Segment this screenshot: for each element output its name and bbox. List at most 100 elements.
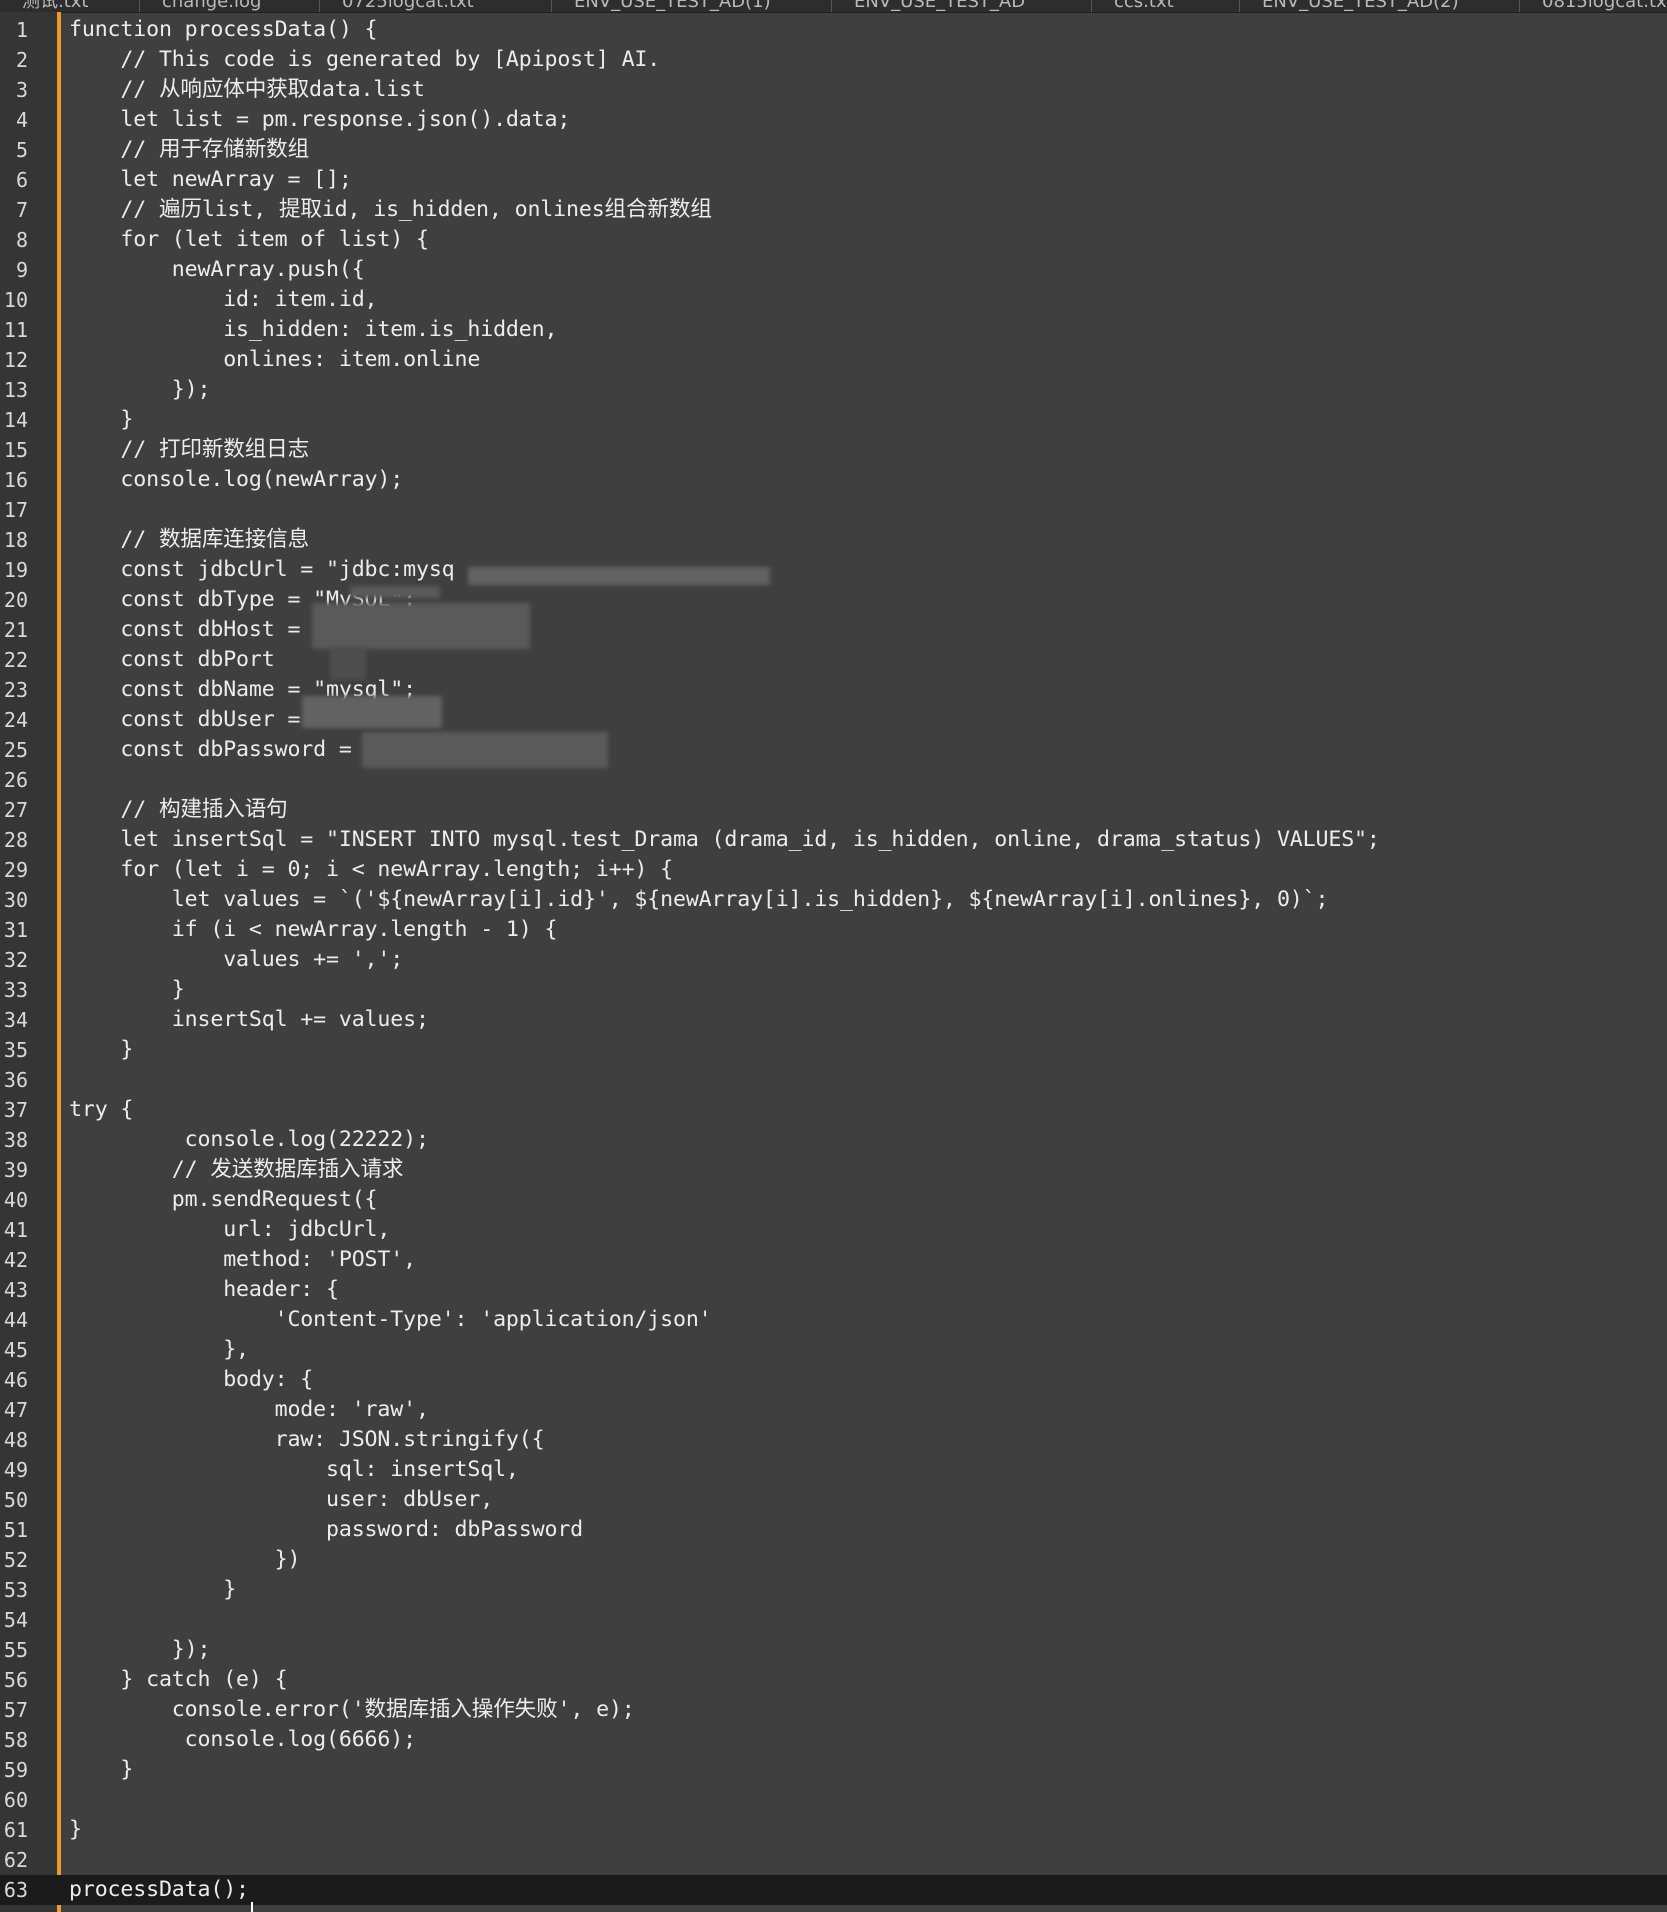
code-line[interactable]: 18 // 数据库连接信息 xyxy=(0,525,1667,555)
code-text[interactable]: method: 'POST', xyxy=(69,1245,416,1275)
code-text[interactable]: // 发送数据库插入请求 xyxy=(69,1155,404,1185)
code-line[interactable]: 58 console.log(6666); xyxy=(0,1725,1667,1755)
code-text[interactable]: function processData() { xyxy=(69,15,378,45)
code-text[interactable]: } xyxy=(69,405,133,435)
code-line[interactable]: 5 // 用于存储新数组 xyxy=(0,135,1667,165)
code-line[interactable]: 59 } xyxy=(0,1755,1667,1785)
code-text[interactable]: } xyxy=(69,1575,236,1605)
code-line[interactable]: 47 mode: 'raw', xyxy=(0,1395,1667,1425)
code-text[interactable]: }, xyxy=(69,1335,249,1365)
code-text[interactable]: console.error('数据库插入操作失败', e); xyxy=(69,1695,635,1725)
code-line[interactable]: 17 xyxy=(0,495,1667,525)
code-text[interactable]: const dbPassword = xyxy=(69,735,351,765)
code-line[interactable]: 10 id: item.id, xyxy=(0,285,1667,315)
code-text[interactable]: const dbPort xyxy=(69,645,274,675)
code-line[interactable]: 25 const dbPassword = xyxy=(0,735,1667,765)
code-text[interactable]: sql: insertSql, xyxy=(69,1455,519,1485)
code-text[interactable]: raw: JSON.stringify({ xyxy=(69,1425,545,1455)
code-text[interactable]: // This code is generated by [Apipost] A… xyxy=(69,45,660,75)
code-line[interactable]: 31 if (i < newArray.length - 1) { xyxy=(0,915,1667,945)
code-line[interactable]: 3 // 从响应体中获取data.list xyxy=(0,75,1667,105)
code-line[interactable]: 38 console.log(22222); xyxy=(0,1125,1667,1155)
code-line[interactable]: 22 const dbPort xyxy=(0,645,1667,675)
code-line[interactable]: 16 console.log(newArray); xyxy=(0,465,1667,495)
code-line[interactable]: 41 url: jdbcUrl, xyxy=(0,1215,1667,1245)
code-text[interactable]: id: item.id, xyxy=(69,285,377,315)
code-line[interactable]: 61} xyxy=(0,1815,1667,1845)
code-line[interactable]: 29 for (let i = 0; i < newArray.length; … xyxy=(0,855,1667,885)
code-line[interactable]: 30 let values = `('${newArray[i].id}', $… xyxy=(0,885,1667,915)
code-line[interactable]: 55 }); xyxy=(0,1635,1667,1665)
code-text[interactable]: // 构建插入语句 xyxy=(69,795,287,825)
code-line[interactable]: 27 // 构建插入语句 xyxy=(0,795,1667,825)
code-text[interactable]: } xyxy=(69,1755,133,1785)
code-text[interactable]: }) xyxy=(69,1545,301,1575)
code-text[interactable]: try { xyxy=(69,1095,133,1125)
code-line[interactable]: 4 let list = pm.response.json().data; xyxy=(0,105,1667,135)
code-text[interactable]: // 打印新数组日志 xyxy=(69,435,309,465)
code-text[interactable]: let newArray = []; xyxy=(69,165,351,195)
code-line[interactable]: 37 try { xyxy=(0,1095,1667,1125)
code-line[interactable]: 46 body: { xyxy=(0,1365,1667,1395)
code-line[interactable]: 50 user: dbUser, xyxy=(0,1485,1667,1515)
code-text[interactable]: user: dbUser, xyxy=(69,1485,493,1515)
code-line[interactable]: 40 pm.sendRequest({ xyxy=(0,1185,1667,1215)
code-line[interactable]: 24 const dbUser = xyxy=(0,705,1667,735)
code-text[interactable]: console.log(22222); xyxy=(69,1125,429,1155)
code-text[interactable]: onlines: item.online xyxy=(69,345,480,375)
code-line[interactable]: 11 is_hidden: item.is_hidden, xyxy=(0,315,1667,345)
code-line[interactable]: 34 insertSql += values; xyxy=(0,1005,1667,1035)
tab-env-use-test-ad[interactable]: ENV_USE_TEST_AD xyxy=(832,0,1092,12)
code-line[interactable]: 15 // 打印新数组日志 xyxy=(0,435,1667,465)
code-text[interactable]: newArray.push({ xyxy=(69,255,365,285)
code-line[interactable]: 52 }) xyxy=(0,1545,1667,1575)
code-line[interactable]: 19 const jdbcUrl = "jdbc:mysq xyxy=(0,555,1667,585)
code-text[interactable]: let values = `('${newArray[i].id}', ${ne… xyxy=(69,885,1329,915)
code-line[interactable]: 33 } xyxy=(0,975,1667,1005)
code-line[interactable]: 21 const dbHost = xyxy=(0,615,1667,645)
code-line[interactable]: 14 } xyxy=(0,405,1667,435)
code-text[interactable]: }); xyxy=(69,1635,211,1665)
code-line[interactable]: 9 newArray.push({ xyxy=(0,255,1667,285)
code-text[interactable]: // 用于存储新数组 xyxy=(69,135,309,165)
tab-0725logcat[interactable]: 0725logcat.txt xyxy=(320,0,552,12)
code-lines[interactable]: 1 function processData() {2 // This code … xyxy=(0,15,1667,1905)
code-line[interactable]: 57 console.error('数据库插入操作失败', e); xyxy=(0,1695,1667,1725)
code-text[interactable]: for (let i = 0; i < newArray.length; i++… xyxy=(69,855,673,885)
code-line[interactable]: 7 // 遍历list, 提取id, is_hidden, onlines组合新… xyxy=(0,195,1667,225)
code-text[interactable]: body: { xyxy=(69,1365,313,1395)
code-text[interactable]: } xyxy=(69,975,185,1005)
code-text[interactable]: // 数据库连接信息 xyxy=(69,525,309,555)
code-line[interactable]: 60 xyxy=(0,1785,1667,1815)
tab-env-use-test-ad-1[interactable]: ENV_USE_TEST_AD(1) xyxy=(552,0,832,12)
code-line[interactable]: 1 function processData() { xyxy=(0,15,1667,45)
code-text[interactable]: const dbUser = xyxy=(69,705,300,735)
code-text[interactable]: is_hidden: item.is_hidden, xyxy=(69,315,557,345)
code-text[interactable]: const dbHost = xyxy=(69,615,300,645)
code-text[interactable]: processData(); xyxy=(69,1875,249,1905)
code-line[interactable]: 48 raw: JSON.stringify({ xyxy=(0,1425,1667,1455)
code-text[interactable]: password: dbPassword xyxy=(69,1515,583,1545)
code-line[interactable]: 54 xyxy=(0,1605,1667,1635)
code-line[interactable]: 28 let insertSql = "INSERT INTO mysql.te… xyxy=(0,825,1667,855)
code-line[interactable]: 2 // This code is generated by [Apipost]… xyxy=(0,45,1667,75)
code-line[interactable]: 44 'Content-Type': 'application/json' xyxy=(0,1305,1667,1335)
code-line[interactable]: 13 }); xyxy=(0,375,1667,405)
code-text[interactable]: // 遍历list, 提取id, is_hidden, onlines组合新数组 xyxy=(69,195,712,225)
code-text[interactable]: mode: 'raw', xyxy=(69,1395,429,1425)
code-line[interactable]: 12 onlines: item.online xyxy=(0,345,1667,375)
code-text[interactable]: let insertSql = "INSERT INTO mysql.test_… xyxy=(69,825,1380,855)
code-line[interactable]: 26 xyxy=(0,765,1667,795)
code-text[interactable]: 'Content-Type': 'application/json' xyxy=(69,1305,712,1335)
code-text[interactable]: let list = pm.response.json().data; xyxy=(69,105,570,135)
code-line[interactable]: 62 xyxy=(0,1845,1667,1875)
code-text[interactable]: insertSql += values; xyxy=(69,1005,429,1035)
code-text[interactable]: const jdbcUrl = "jdbc:mysq xyxy=(69,555,454,585)
code-text[interactable]: console.log(newArray); xyxy=(69,465,403,495)
tab-env-use-test-ad-2[interactable]: ENV_USE_TEST_AD(2) xyxy=(1240,0,1520,12)
code-line[interactable]: 20 const dbType = "MySQL"; xyxy=(0,585,1667,615)
code-line[interactable]: 45 }, xyxy=(0,1335,1667,1365)
code-line[interactable]: 42 method: 'POST', xyxy=(0,1245,1667,1275)
code-text[interactable]: values += ','; xyxy=(69,945,403,975)
code-text[interactable]: pm.sendRequest({ xyxy=(69,1185,378,1215)
